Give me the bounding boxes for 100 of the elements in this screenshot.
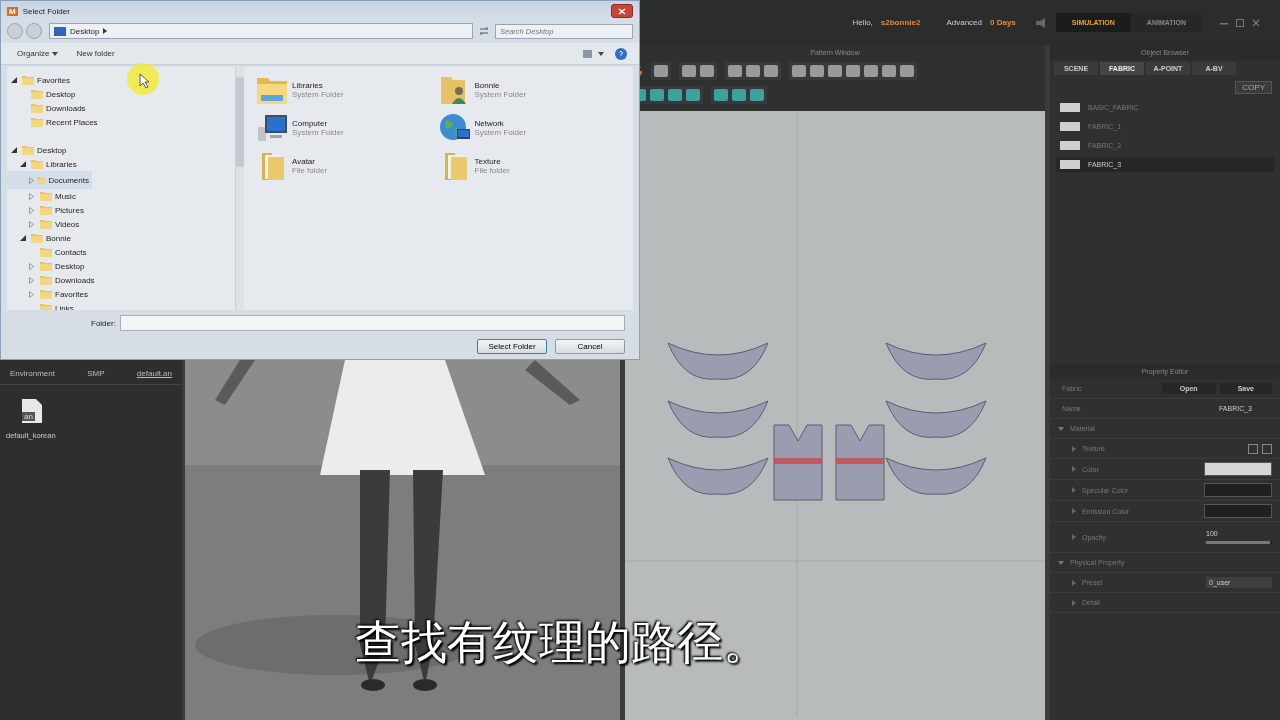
subtitle-text: 查找有纹理的路径。	[355, 615, 769, 670]
pattern-piece[interactable]	[885, 457, 987, 495]
folder-icon	[31, 89, 43, 99]
address-text: Desktop	[70, 26, 100, 36]
fabric-swatch-icon	[1060, 122, 1080, 131]
tool-icon[interactable]	[764, 65, 778, 77]
library-tab[interactable]: default.an	[136, 367, 172, 380]
library-tab[interactable]: SMP	[87, 367, 105, 380]
desktop-icon	[54, 26, 66, 36]
caret-icon[interactable]	[52, 51, 59, 56]
tree-item[interactable]: Recent Places	[7, 115, 235, 129]
view-options-icon[interactable]	[583, 48, 605, 59]
tree-item[interactable]: Desktop	[7, 259, 235, 273]
bullet-arrow-icon	[1072, 445, 1076, 452]
tree-item[interactable]: Downloads	[7, 101, 235, 115]
tree-item[interactable]: Music	[7, 189, 235, 203]
pattern-piece[interactable]	[835, 424, 885, 501]
library-tab[interactable]: Environment	[10, 367, 55, 380]
tree-item[interactable]: Bonnie	[7, 231, 235, 245]
tree-item[interactable]: Pictures	[7, 203, 235, 217]
folder-field[interactable]	[119, 315, 625, 331]
close-icon[interactable]	[1252, 18, 1260, 27]
folder-item[interactable]: Libraries System Folder	[256, 71, 439, 109]
folder-icon[interactable]	[1262, 443, 1272, 454]
help-icon[interactable]	[615, 47, 627, 60]
dialog-button[interactable]: Select Folder	[477, 339, 547, 354]
scrollbar[interactable]	[235, 67, 244, 310]
fabric-swatch-icon	[1060, 141, 1080, 150]
tool-icon[interactable]	[732, 89, 746, 101]
tool-icon[interactable]	[828, 65, 842, 77]
color-swatch[interactable]	[1204, 462, 1272, 476]
tree-item[interactable]: Links	[7, 301, 235, 310]
tree-item[interactable]: Desktop	[7, 87, 235, 101]
days-text: 0 Days	[990, 18, 1016, 27]
tool-icon[interactable]	[714, 89, 728, 101]
tree-item[interactable]: Desktop	[7, 143, 235, 157]
tree-item[interactable]: Libraries	[7, 157, 235, 171]
tool-icon[interactable]	[846, 65, 860, 77]
cursor-highlight-icon	[126, 62, 160, 96]
window-title: Select Folder	[22, 6, 70, 16]
pattern-piece[interactable]	[667, 400, 769, 438]
folder-item[interactable]: Texture File folder	[438, 147, 621, 185]
maximize-icon[interactable]	[1236, 18, 1244, 27]
tree-item[interactable]: Documents	[7, 171, 92, 189]
pattern-piece[interactable]	[667, 457, 769, 495]
back-forward-icon[interactable]	[7, 23, 45, 39]
folder-item[interactable]: Computer System Folder	[256, 109, 439, 147]
refresh-icon[interactable]	[477, 24, 491, 38]
pattern-piece[interactable]	[885, 400, 987, 438]
dialog-button[interactable]: Cancel	[555, 339, 625, 354]
folder-item[interactable]: Avatar File folder	[256, 147, 439, 185]
folder-icon	[40, 247, 52, 257]
tool-icon[interactable]	[700, 65, 714, 77]
pattern-piece[interactable]	[885, 342, 987, 380]
expanded-arrow-icon[interactable]	[11, 77, 17, 83]
folder-label: Folder:	[91, 318, 116, 328]
tool-icon[interactable]	[654, 65, 668, 77]
folder-icon	[40, 303, 52, 310]
tool-icon[interactable]	[682, 65, 696, 77]
folder-icon	[22, 75, 34, 85]
address-bar[interactable]: Desktop	[49, 23, 473, 39]
bullet-arrow-icon	[1072, 487, 1076, 493]
tool-icon[interactable]	[746, 65, 760, 77]
tool-icon[interactable]	[810, 65, 824, 77]
tool-icon[interactable]	[686, 89, 700, 101]
folder-item[interactable]: Bonnie System Folder	[438, 71, 621, 109]
tool-icon[interactable]	[750, 89, 764, 101]
toolbar-button[interactable]: Organize	[13, 47, 63, 60]
tree-item[interactable]: Favorites	[7, 73, 235, 87]
toolbar-button[interactable]: New folder	[72, 47, 119, 60]
color-swatch[interactable]	[1204, 504, 1272, 518]
tool-icon[interactable]	[728, 65, 742, 77]
tool-icon[interactable]	[864, 65, 878, 77]
tree-item[interactable]: Downloads	[7, 273, 235, 287]
expanded-arrow-icon[interactable]	[11, 147, 17, 153]
folder-item[interactable]: Network System Folder	[438, 109, 621, 147]
breadcrumb-arrow-icon[interactable]	[103, 28, 108, 34]
pattern-piece[interactable]	[667, 342, 769, 380]
pattern-piece[interactable]	[773, 424, 823, 501]
tool-icon[interactable]	[900, 65, 914, 77]
folder-icon	[31, 117, 43, 127]
speaker-icon[interactable]	[1035, 17, 1048, 28]
user-name: s2bonnie2	[880, 18, 921, 27]
color-swatch[interactable]	[1204, 483, 1272, 497]
expanded-arrow-icon[interactable]	[20, 161, 26, 167]
grid-icon[interactable]	[1248, 443, 1258, 454]
tree-item[interactable]: Videos	[7, 217, 235, 231]
tool-icon[interactable]	[792, 65, 806, 77]
close-button[interactable]	[611, 4, 633, 18]
folder-icon	[31, 159, 43, 169]
copy-button[interactable]: COPY	[1235, 81, 1272, 94]
tree-item[interactable]: Favorites	[7, 287, 235, 301]
tool-icon[interactable]	[668, 89, 682, 101]
fabric-swatch-icon	[1060, 160, 1080, 169]
folder-icon	[40, 191, 52, 201]
expanded-arrow-icon[interactable]	[20, 235, 26, 241]
tool-icon[interactable]	[650, 89, 664, 101]
tree-item[interactable]: Contacts	[7, 245, 235, 259]
tool-icon[interactable]	[882, 65, 896, 77]
plan-text: Advanced	[946, 18, 982, 27]
